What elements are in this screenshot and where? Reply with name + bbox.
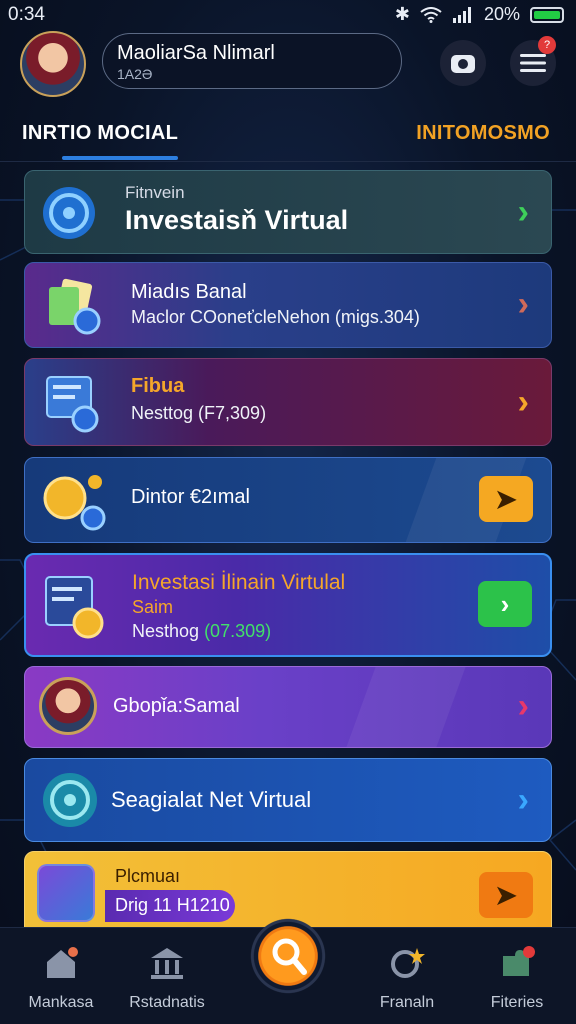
card-5-title-line2: Saim <box>132 597 174 617</box>
card-5-title: Investasi İlinain Virtulal <box>132 571 346 594</box>
nav-label: Franaln <box>379 994 435 1011</box>
active-tab-indicator <box>62 156 178 160</box>
menu-button[interactable]: ? <box>510 36 556 86</box>
nav-label: Fiteries <box>490 994 544 1011</box>
card-2-subtitle: Maclor COoneťcleNehon (migs.304) <box>131 307 420 327</box>
nav-label: Mankasa <box>28 994 94 1011</box>
chevron-right-icon: › <box>517 285 529 323</box>
card-6-title: Gbopǐa:Samal <box>113 695 240 717</box>
tab-left[interactable]: INRTIO MOCIAL <box>22 122 178 145</box>
nav-label: Rstadnatis <box>129 994 205 1011</box>
card-8-subtitle: Drig 11 H1210 <box>115 895 230 915</box>
card-fibua[interactable]: Fibua Nesttog (F7,309) › <box>24 358 552 446</box>
camera-button[interactable] <box>440 40 486 86</box>
nav-item-home[interactable]: Mankasa <box>6 946 116 1011</box>
card-miadis-banal[interactable]: Miadıs Banal Maclor COoneťcleNehon (migs… <box>24 262 552 348</box>
card-gbopia-samal[interactable]: Gbopǐa:Samal › <box>24 666 552 748</box>
nav-item-features[interactable]: Fiteries <box>462 946 572 1011</box>
status-bar: 0:34 ✱ 20% <box>0 0 576 30</box>
user-id: 1А2Ә <box>117 66 153 82</box>
tablet-clock-icon <box>45 576 104 639</box>
coin-network-icon <box>43 475 106 531</box>
battery-icon <box>530 6 564 23</box>
card-4-action-button[interactable]: ➤ <box>479 476 533 522</box>
home-icon <box>47 947 78 978</box>
status-time: 0:34 <box>8 4 45 25</box>
tablet-coin-icon <box>46 376 99 433</box>
card-dintor-cimal[interactable]: Dintor €2ımal ➤ <box>24 457 552 543</box>
card-1-caption: Fitnvein <box>125 183 185 202</box>
card-investasi-virtual[interactable]: Fitnvein Investaisň Virtual › <box>24 170 552 254</box>
card-8-title: Plcmuaı <box>115 866 181 886</box>
nav-item-refresh[interactable]: Franaln <box>352 946 462 1011</box>
chevron-right-icon: › <box>517 687 529 725</box>
card-5-action-button[interactable]: › <box>478 581 532 627</box>
refresh-star-icon <box>391 948 425 978</box>
card-8-action-button[interactable]: ➤ <box>479 872 533 918</box>
target-icon <box>43 773 97 827</box>
user-profile-pill[interactable]: MaoliarSa Nlimarl 1А2Ә <box>102 33 402 89</box>
documents-coin-icon <box>49 278 101 335</box>
tab-divider <box>0 161 576 162</box>
action-arrow-icon: ➤ <box>495 483 517 514</box>
card-1-title: Investaisň Virtual <box>125 205 349 235</box>
target-icon <box>43 187 95 239</box>
notification-badge: ? <box>538 36 556 54</box>
battery-percent: 20% <box>483 4 520 24</box>
signal-icon <box>452 6 471 23</box>
user-name: MaoliarSa Nlimarl <box>117 42 275 64</box>
card-3-title: Fibua <box>131 375 185 397</box>
card-seagialat-net-virtual[interactable]: Seagialat Net Virtual › <box>24 758 552 842</box>
bluetooth-icon: ✱ <box>394 4 410 24</box>
center-search-button[interactable] <box>236 904 340 1008</box>
tab-right[interactable]: INITOMOSMO <box>416 122 550 145</box>
card-8-tag: Drig 11 H1210 <box>105 890 235 922</box>
bank-icon <box>151 948 183 979</box>
nav-item-bank[interactable]: Rstadnatis <box>112 946 222 1011</box>
chevron-right-icon: › <box>517 781 529 819</box>
card-7-title: Seagialat Net Virtual <box>111 787 312 812</box>
avatar <box>39 677 97 735</box>
card-4-title: Dintor €2ımal <box>131 486 250 508</box>
camera-icon <box>451 55 475 73</box>
card-3-subtitle: Nesttog (F7,309) <box>131 403 267 423</box>
chevron-right-icon: › <box>517 383 529 421</box>
chevron-right-icon: › <box>500 588 510 619</box>
chevron-right-icon: › <box>517 193 529 231</box>
search-icon <box>272 938 307 975</box>
profile-avatar[interactable] <box>20 31 86 97</box>
character-icon <box>37 864 95 922</box>
card-2-title: Miadıs Banal <box>131 281 247 303</box>
puzzle-icon <box>503 946 535 976</box>
menu-icon <box>520 54 546 72</box>
action-arrow-icon: ➤ <box>495 879 517 910</box>
card-investasi-ilinain-virtulal[interactable]: Investasi İlinain Virtulal Saim Nesthog … <box>24 553 552 657</box>
wifi-icon <box>420 6 442 23</box>
card-5-subtitle: Nesthog (07.309) <box>132 621 272 641</box>
